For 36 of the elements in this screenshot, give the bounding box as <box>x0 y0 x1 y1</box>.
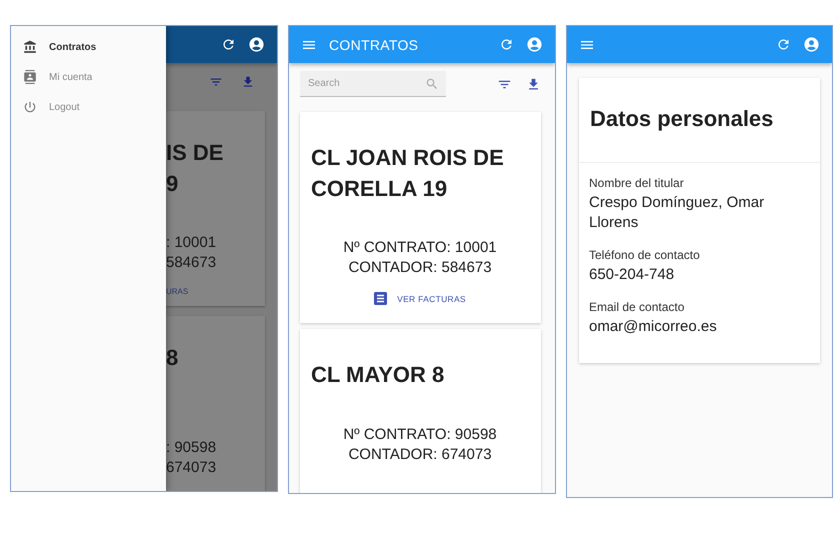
field-label: Email de contacto <box>589 299 686 315</box>
card-title: 9 <box>166 170 180 198</box>
contract-address: CL MAYOR 8 <box>311 361 446 389</box>
contract-address: CL JOAN ROIS DE CORELLA 19 <box>311 144 505 203</box>
refresh-icon[interactable] <box>221 37 236 52</box>
field-label: Teléfono de contacto <box>589 247 701 263</box>
account-icon[interactable] <box>248 36 265 53</box>
field-label: Nombre del titular <box>589 175 685 191</box>
field-value: Crespo Domínguez, Omar Llorens <box>589 193 766 233</box>
card-detail: 584673 <box>166 252 218 273</box>
list-icon <box>374 292 388 305</box>
field-value: omar@micorreo.es <box>589 317 718 337</box>
search-icon <box>425 77 439 91</box>
card-title: 8 <box>166 344 180 372</box>
meter-number: CONTADOR: 674073 <box>347 445 493 465</box>
contract-number: Nº CONTRATO: 10001 <box>342 238 498 258</box>
power-icon <box>23 100 37 114</box>
menu-item[interactable]: Logout <box>11 92 166 122</box>
contract-number: Nº CONTRATO: 90598 <box>342 425 498 445</box>
card-detail: : 10001 <box>166 232 218 253</box>
card-title: IS DE <box>166 138 224 167</box>
invoices-link[interactable]: URAS <box>166 286 265 296</box>
app-bar-title: CONTRATOS <box>329 36 420 52</box>
card-detail: 674073 <box>166 458 218 478</box>
bank-icon <box>23 40 37 54</box>
menu-item[interactable]: Contratos <box>11 32 166 62</box>
card-detail: : 90598 <box>166 438 218 458</box>
search-field[interactable]: Search <box>300 71 446 97</box>
card-title: Datos personales <box>590 106 774 131</box>
field-value: 650-204-748 <box>589 265 676 285</box>
download-icon[interactable] <box>526 76 541 92</box>
invoices-link[interactable]: VER FACTURAS <box>311 292 529 305</box>
contact-card-icon <box>23 70 37 84</box>
menu-item[interactable]: Mi cuenta <box>11 62 166 92</box>
download-icon[interactable] <box>241 75 255 89</box>
meter-number: CONTADOR: 584673 <box>347 258 493 278</box>
